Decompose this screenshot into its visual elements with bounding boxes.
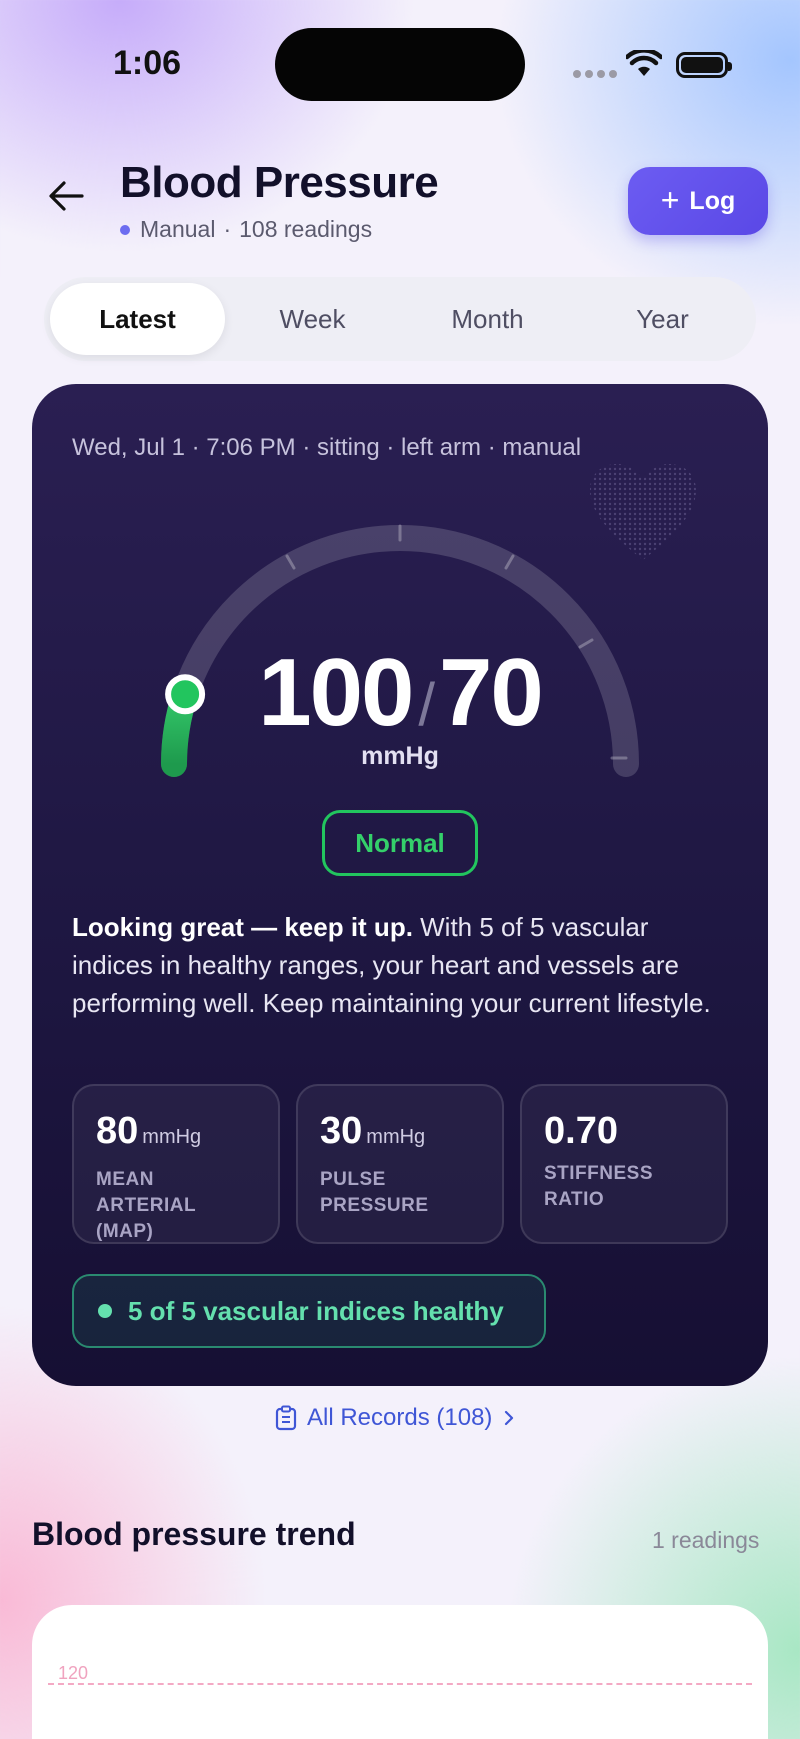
- stat-unit: mmHg: [366, 1126, 426, 1148]
- dynamic-island: [275, 28, 525, 101]
- stat-card-pulse-pressure: 30 mmHg PULSE PRESSURE: [296, 1084, 504, 1244]
- stat-label: (MAP): [96, 1221, 154, 1242]
- bp-reading: 100 / 70: [32, 638, 768, 748]
- plus-icon: +: [660, 181, 680, 218]
- clipboard-icon: [275, 1405, 297, 1431]
- systolic-value: 100: [258, 639, 414, 746]
- tab-latest[interactable]: Latest: [50, 283, 225, 355]
- chevron-right-icon: [505, 1410, 514, 1426]
- trend-reference-line: [48, 1683, 752, 1685]
- stat-card-stiffness: 0.70 STIFFNESS RATIO: [520, 1084, 728, 1244]
- reading-slash: /: [418, 671, 435, 738]
- trend-chart-card: 120: [32, 1605, 768, 1739]
- stat-label: RATIO: [544, 1189, 605, 1210]
- reading-card: Wed, Jul 1 · 7:06 PM · sitting · left ar…: [32, 384, 768, 1386]
- tab-week[interactable]: Week: [225, 283, 400, 355]
- readings-count: 108 readings: [239, 216, 373, 242]
- tab-month[interactable]: Month: [400, 283, 575, 355]
- stat-label: PULSE: [320, 1169, 386, 1190]
- log-button-label: Log: [689, 186, 736, 215]
- vascular-summary-text: 5 of 5 vascular indices healthy: [128, 1295, 504, 1326]
- page-subtitle: Manual · 108 readings: [120, 216, 372, 243]
- log-button[interactable]: + Log: [628, 167, 768, 235]
- back-arrow-icon[interactable]: [48, 180, 84, 212]
- stat-value: 80: [96, 1110, 139, 1152]
- page-title: Blood Pressure: [120, 158, 439, 207]
- wifi-icon: [626, 50, 662, 76]
- stat-value: 0.70: [544, 1110, 618, 1152]
- stat-value: 30: [320, 1110, 363, 1152]
- reading-unit: mmHg: [361, 742, 439, 770]
- reading-message: Looking great — keep it up. With 5 of 5 …: [72, 908, 732, 1022]
- cellular-signal-icon: [573, 70, 617, 78]
- stat-label: PRESSURE: [320, 1195, 429, 1216]
- source-label: Manual: [140, 216, 216, 242]
- tab-year[interactable]: Year: [575, 283, 750, 355]
- stat-unit: mmHg: [142, 1126, 202, 1148]
- vascular-summary-badge: 5 of 5 vascular indices healthy: [72, 1274, 546, 1348]
- stat-card-map: 80 mmHg MEAN ARTERIAL (MAP): [72, 1084, 280, 1244]
- all-records-link[interactable]: All Records (108): [275, 1404, 516, 1432]
- message-headline: Looking great — keep it up.: [72, 912, 413, 942]
- battery-icon: [676, 52, 732, 78]
- source-dot-icon: [120, 224, 130, 235]
- period-tabs: Latest Week Month Year: [44, 277, 756, 361]
- reading-meta: Wed, Jul 1 · 7:06 PM · sitting · left ar…: [72, 434, 582, 461]
- stat-label: MEAN ARTERIAL: [96, 1169, 197, 1216]
- subtitle-separator: ·: [223, 216, 232, 242]
- healthy-dot-icon: [98, 1304, 112, 1318]
- status-time: 1:06: [113, 44, 182, 82]
- status-badge: Normal: [322, 810, 478, 876]
- all-records-label: All Records (108): [307, 1404, 493, 1431]
- trend-section-title: Blood pressure trend: [32, 1516, 356, 1552]
- stat-label: STIFFNESS: [544, 1163, 654, 1184]
- diastolic-value: 70: [439, 639, 544, 746]
- trend-axis-tick: 120: [58, 1663, 89, 1683]
- trend-readings-count: 1 readings: [652, 1527, 760, 1553]
